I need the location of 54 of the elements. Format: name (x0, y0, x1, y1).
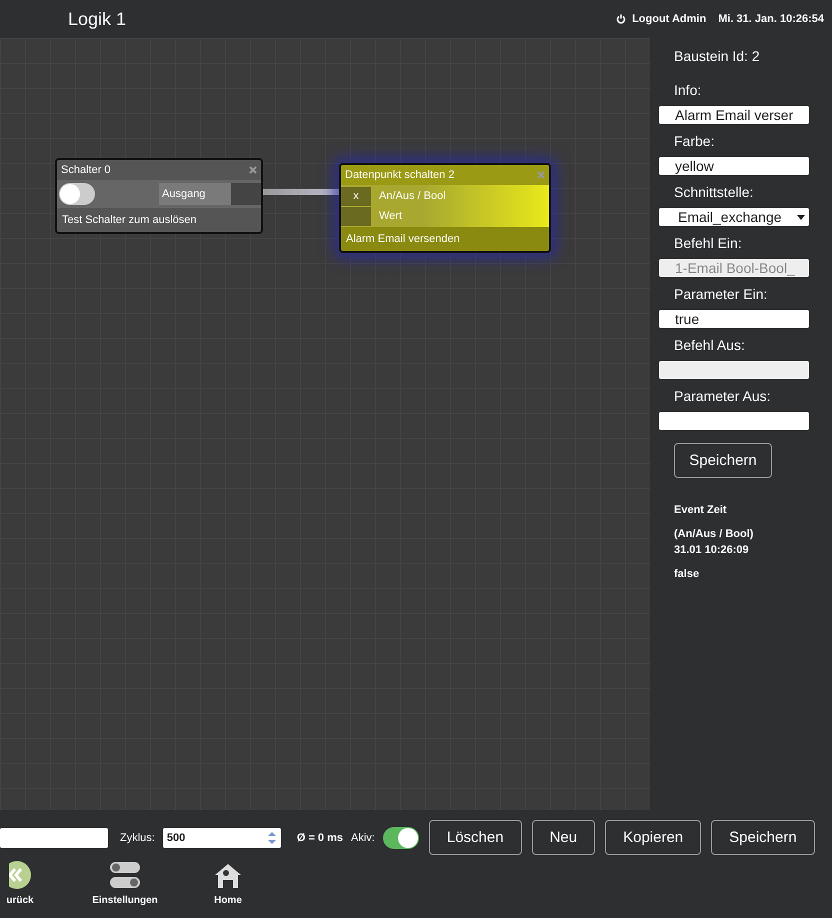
input-label: Wert (378, 210, 402, 222)
number-field[interactable]: 500 (162, 828, 281, 848)
power-icon[interactable] (616, 14, 626, 24)
select-field[interactable]: Email_exchange (659, 208, 809, 226)
spinner-icon[interactable] (266, 830, 277, 846)
field-label: Befehl Ein: (674, 235, 743, 251)
block-info: Test Schalter zum auslösen (62, 214, 197, 226)
logic-block[interactable]: Datenpunkt schalten 2 x An/Aus / Bool Wert Alarm Email versenden (339, 163, 551, 253)
dropdown-icon (797, 214, 805, 220)
nav-item[interactable]: urück (0, 861, 40, 906)
logic-canvas[interactable]: Schalter 0 Ausgang Test Schalter zum auslösen Datenpunkt schalten 2 x An/Aus / Bool Wert Alarm Email versenden (0, 38, 650, 810)
event-time: (An/Aus / Bool) 31.01 10:26:09 (674, 527, 754, 558)
block-title: Schalter 0 (61, 164, 111, 176)
action-button[interactable]: Speichern (711, 820, 815, 855)
nav-item[interactable]: Home (208, 861, 248, 906)
action-button[interactable]: Löschen (428, 820, 522, 855)
field-label: Parameter Aus: (674, 388, 772, 404)
input-field[interactable] (659, 361, 809, 379)
active-label: Akiv: (351, 832, 375, 844)
event-value: false (674, 567, 700, 582)
action-button[interactable]: Neu (532, 820, 596, 855)
input-field[interactable]: Alarm Email verser (659, 106, 809, 124)
logout-link[interactable]: Logout Admin (632, 13, 706, 25)
nav-item[interactable]: Einstellungen (90, 861, 160, 906)
port-socket[interactable]: x (341, 186, 371, 206)
date-time: Mi. 31. Jan. 10:26:54 (718, 13, 824, 25)
page-title: Logik 1 (68, 8, 128, 30)
input-field[interactable]: yellow (659, 157, 809, 175)
event-title: Event Zeit (674, 503, 728, 518)
logic-block[interactable]: Schalter 0 Ausgang Test Schalter zum auslösen (55, 158, 263, 234)
save-button[interactable]: Speichern (674, 443, 772, 478)
input-field[interactable]: true (659, 310, 809, 328)
block-info: Alarm Email versenden (346, 233, 460, 245)
house-icon (213, 861, 243, 889)
double-chevron-icon (9, 861, 31, 889)
switch-toggle[interactable] (59, 183, 95, 205)
active-toggle[interactable] (382, 826, 419, 848)
field-label: Befehl Aus: (674, 337, 746, 353)
close-icon[interactable] (249, 166, 257, 174)
name-field[interactable] (0, 828, 108, 848)
cycle-label: Zyklus: (120, 832, 155, 844)
field-label: Farbe: (674, 133, 716, 149)
field-label: Parameter Ein: (674, 286, 768, 302)
input-label: An/Aus / Bool (378, 190, 446, 202)
field-label: Schnittstelle: (674, 184, 754, 200)
toggle-switches-icon (110, 861, 140, 889)
field-label: Info: (674, 82, 702, 98)
port-socket[interactable] (341, 206, 371, 226)
block-title: Datenpunkt schalten 2 (345, 169, 454, 181)
average-time: Ø = 0 ms (296, 832, 344, 844)
action-button[interactable]: Kopieren (605, 820, 702, 855)
output-port: Ausgang (159, 183, 231, 205)
block-id: Baustein Id: 2 (674, 48, 761, 64)
input-field[interactable] (659, 412, 809, 430)
